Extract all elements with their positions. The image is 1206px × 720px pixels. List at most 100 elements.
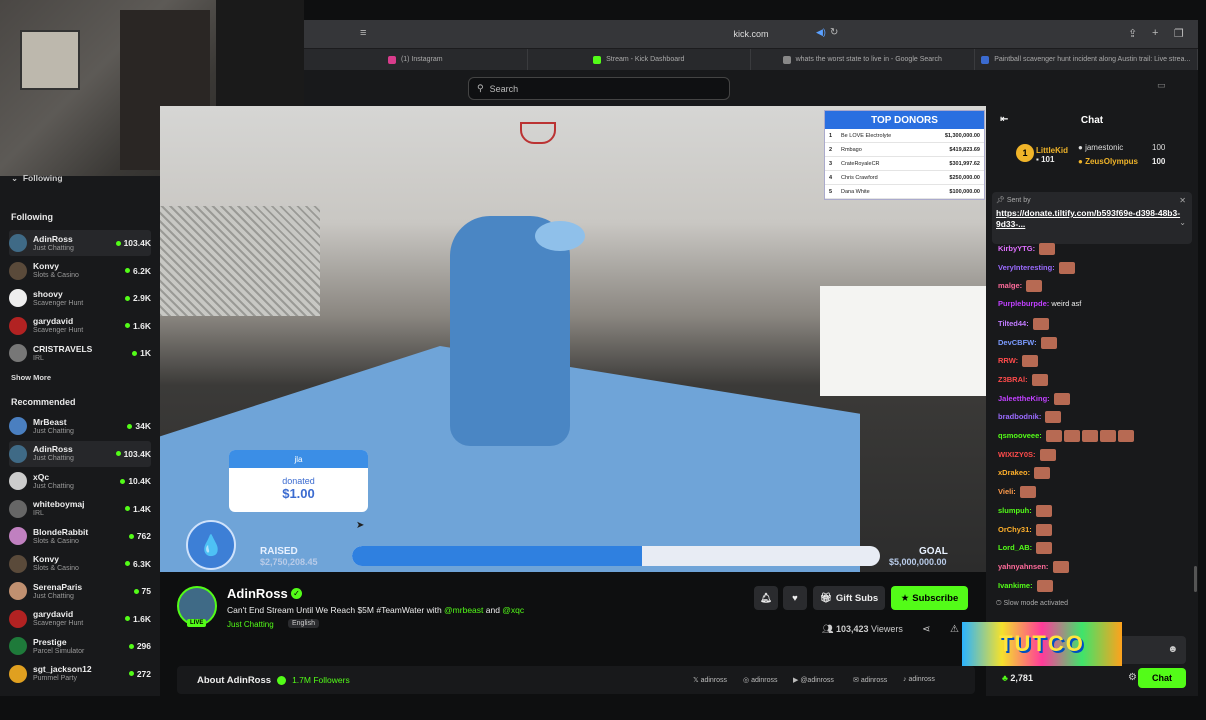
tab-google-search[interactable]: whats the worst state to live in - Googl… — [751, 49, 975, 70]
mention-mrbeast[interactable]: @mrbeast — [444, 605, 483, 615]
search-icon: ⚲ — [477, 83, 484, 93]
new-tab-icon[interactable]: + — [1152, 27, 1158, 39]
reader-icon[interactable]: ≡ — [360, 27, 366, 39]
search-input[interactable]: ⚲ Search — [468, 77, 730, 100]
chat-username[interactable]: Z3BRAl: — [998, 375, 1028, 384]
youtube-social-link[interactable]: ▶ @adinross — [793, 676, 834, 684]
notification-bell-button[interactable]: 🔔︎ — [754, 586, 778, 610]
donor-amount: $419,823.69 — [949, 146, 980, 153]
share-icon[interactable]: ⇪ — [1128, 27, 1137, 40]
sidebar-item-xqc[interactable]: xQc Just Chatting 10.4K — [9, 468, 151, 494]
sidebar: ⌄ Following Following Show More Recommen… — [0, 173, 160, 696]
collapse-chat-icon[interactable]: ⇤ — [1000, 114, 1008, 125]
channel-viewers: 34K — [135, 421, 151, 431]
more-options-icon[interactable]: ⚠ — [950, 624, 959, 635]
chat-username[interactable]: JaleettheKing: — [998, 394, 1050, 403]
gift-icon: 🎁︎ — [819, 592, 832, 604]
sidebar-item-blonderabbit[interactable]: BlondeRabbit Slots & Casino 762 — [9, 523, 151, 549]
top-gifter-3[interactable]: ● ZeusOlympus 100 — [1078, 157, 1188, 166]
discord-social-link[interactable]: ✉ adinross — [853, 676, 887, 684]
sidebar-item-cristravels[interactable]: CRISTRAVELS IRL 1K — [9, 340, 151, 366]
url-text[interactable]: kick.com — [733, 29, 768, 39]
mention-xqc[interactable]: @xqc — [502, 605, 524, 615]
chat-username[interactable]: Ivankime: — [998, 581, 1033, 590]
sidebar-item-mrbeast[interactable]: MrBeast Just Chatting 34K — [9, 413, 151, 439]
sidebar-item-adinross[interactable]: AdinRoss Just Chatting 103.4K — [9, 230, 151, 256]
donor-rank: 4 — [829, 174, 833, 181]
sidebar-item-garydavid[interactable]: garydavid Scavenger Hunt 1.6K — [9, 606, 151, 632]
chat-username[interactable]: KirbyYTG: — [998, 244, 1035, 253]
channel-category: Just Chatting — [33, 427, 74, 435]
user-menu-icon[interactable]: ▭ — [1157, 80, 1166, 91]
chat-username[interactable]: DevCBFW: — [998, 337, 1037, 346]
tab-overview-icon[interactable]: ❐ — [1174, 27, 1184, 40]
sidebar-item-adinross[interactable]: AdinRoss Just Chatting 103.4K — [9, 440, 151, 467]
tab-news[interactable]: Paintball scavenger hunt incident along … — [975, 49, 1198, 70]
sidebar-item-prestige[interactable]: Prestige Parcel Simulator 296 — [9, 633, 151, 659]
viewer-count: 2.9K — [125, 293, 151, 303]
chat-username[interactable]: Vieli: — [998, 487, 1016, 496]
tab-instagram[interactable]: (1) Instagram — [304, 49, 528, 70]
streamer-name[interactable]: AdinRoss — [227, 586, 288, 601]
url-bar[interactable]: kick.com ≡ ◀) ↻ ⇪ + ❐ — [304, 20, 1198, 48]
channel-viewers: 1.4K — [133, 503, 151, 514]
emote-icon — [1036, 579, 1053, 592]
chat-username[interactable]: slumpuh: — [998, 506, 1032, 515]
top-gifter-1[interactable]: LittleKid ▪ 101 — [1036, 146, 1068, 164]
top-gifter-3-name: ZeusOlympus — [1085, 157, 1138, 166]
channel-name: xQc — [33, 471, 50, 482]
instagram-social-link[interactable]: ◎ adinross — [743, 676, 778, 684]
subscribe-button[interactable]: ★ Subscribe — [891, 586, 968, 610]
sidebar-item-garydavid[interactable]: garydavid Scavenger Hunt 1.6K — [9, 313, 151, 339]
chat-username[interactable]: RRW: — [998, 356, 1018, 365]
sidebar-item-sgt_jackson12[interactable]: sgt_jackson12 Pummel Party 272 — [9, 661, 151, 687]
top-gifter-2[interactable]: ● jamestonic 100 — [1078, 143, 1188, 152]
language-tag[interactable]: English — [288, 619, 319, 628]
chat-username[interactable]: Lord_AB: — [998, 543, 1032, 552]
channel-avatar — [9, 637, 27, 655]
chat-message: slumpuh: — [998, 504, 1052, 517]
pinned-message[interactable]: 📌︎ Sent by https://donate.tiltify.com/b5… — [992, 192, 1192, 244]
sidebar-item-serenaparis[interactable]: SerenaParis Just Chatting 75 — [9, 578, 151, 604]
donation-alert-label: donated — [282, 476, 315, 486]
video-player[interactable]: TOP DONORS 1 Be LOVE Electrolyte $1,300,00… — [160, 106, 986, 572]
x-social-link[interactable]: 𝕏 adinross — [693, 676, 727, 684]
chat-username[interactable]: yahnyahnsen: — [998, 562, 1048, 571]
chat-settings-gear-icon[interactable]: ⚙ — [1128, 672, 1137, 683]
reload-icon[interactable]: ↻ — [830, 27, 838, 38]
chat-username[interactable]: OrChy31: — [998, 524, 1032, 533]
chat-text: weird asf — [1051, 299, 1082, 309]
following-toggle[interactable]: ⌄ Following — [11, 173, 63, 184]
tab-kick-dashboard[interactable]: Stream - Kick Dashboard — [528, 49, 751, 70]
chat-username[interactable]: malge: — [998, 281, 1022, 290]
chat-username[interactable]: qsmooveee: — [998, 431, 1042, 440]
audio-icon[interactable]: ◀) — [816, 27, 826, 38]
stream-category[interactable]: Just Chatting — [227, 620, 274, 629]
chevron-down-icon[interactable]: ⌄ — [1179, 218, 1186, 227]
channel-points[interactable]: ♣ 2,781 — [1002, 673, 1033, 683]
chat-send-button[interactable]: Chat — [1138, 668, 1186, 688]
sidebar-item-konvy[interactable]: Konvy Slots & Casino 6.2K — [9, 258, 151, 284]
chat-username[interactable]: WIXIZY0S: — [998, 450, 1036, 459]
share-icon[interactable]: ⋖ — [922, 624, 930, 635]
emoji-icon[interactable]: ☻ — [1167, 644, 1178, 655]
sidebar-item-shoovy[interactable]: shoovy Scavenger Hunt 2.9K — [9, 285, 151, 311]
show-more-button[interactable]: Show More — [11, 373, 51, 382]
viewer-count: 103.4K — [115, 449, 151, 459]
follow-heart-button[interactable]: ♥ — [783, 586, 807, 610]
verified-icon: ✓ — [291, 588, 302, 599]
unpin-icon[interactable]: ✕ — [1179, 196, 1186, 205]
emote-icon — [1045, 411, 1062, 424]
sidebar-item-konvy[interactable]: Konvy Slots & Casino 6.3K — [9, 551, 151, 577]
sidebar-item-whiteboymaj[interactable]: whiteboymaj IRL 1.4K — [9, 496, 151, 522]
chat-scrollbar[interactable] — [1194, 566, 1197, 592]
pinned-link[interactable]: https://donate.tiltify.com/b593f69e-d398… — [996, 208, 1188, 230]
channel-name: SerenaParis — [33, 581, 83, 592]
chat-username[interactable]: Purpleburpde: — [998, 299, 1049, 308]
chat-username[interactable]: xDrakeo: — [998, 468, 1030, 477]
chat-username[interactable]: Tilted44: — [998, 319, 1029, 328]
tiktok-social-link[interactable]: ♪ adinross — [903, 676, 935, 683]
gift-subs-button[interactable]: 🎁︎ Gift Subs — [813, 586, 885, 610]
chat-username[interactable]: VeryInteresting: — [998, 263, 1055, 272]
chat-username[interactable]: bradbodnik: — [998, 412, 1041, 421]
